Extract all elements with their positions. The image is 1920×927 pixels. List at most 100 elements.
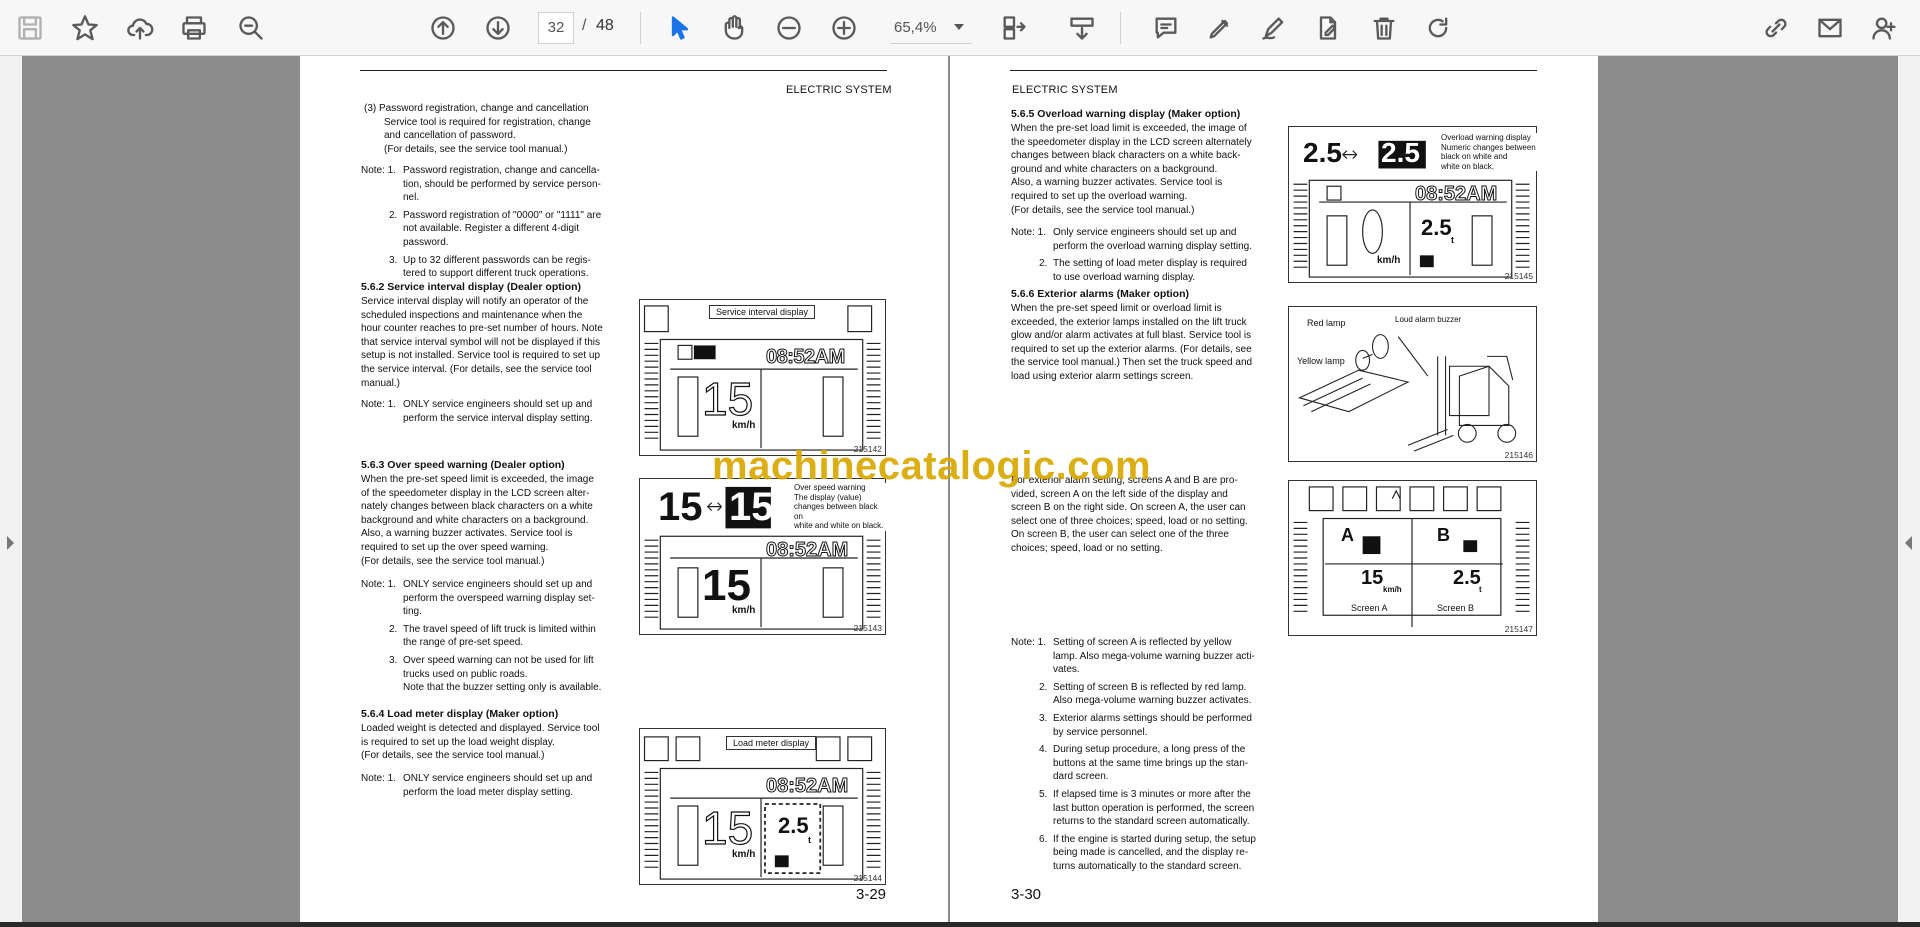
edit-link-icon[interactable] (1758, 10, 1794, 46)
page-number: 3-30 (1011, 886, 1042, 903)
select-cursor-icon[interactable] (662, 10, 698, 46)
screen-a-unit: km/h (1383, 585, 1402, 594)
note-block: Note: 1. ONLY service engineers should s… (361, 399, 593, 424)
screen-b-load: 2.5 (1453, 567, 1481, 589)
page-number-input[interactable]: 32 (538, 12, 574, 44)
screen-b-label: Screen B (1435, 603, 1477, 613)
edit-document-icon[interactable] (1310, 10, 1346, 46)
lcd-figure-screens: A B 15 km/h 2.5 t Screen A Screen B 2151… (1288, 480, 1537, 636)
lcd-time: 08:52AM (765, 539, 849, 562)
zoom-out-icon[interactable] (771, 10, 807, 46)
user-account-icon[interactable] (1866, 10, 1902, 46)
lcd-time: 08:52AM (765, 775, 849, 798)
section-heading: 5.6.6 Exterior alarms (Maker option) (1011, 288, 1189, 300)
lcd-load-unit: t (1451, 235, 1454, 245)
screen-a-speed: 15 (1361, 567, 1384, 589)
redo-icon[interactable] (1420, 10, 1456, 46)
bookmark-star-icon[interactable] (67, 10, 103, 46)
figure-callout-label: Overload warning display Numeric changes … (1441, 133, 1537, 171)
figure-code: 215143 (853, 623, 882, 633)
paragraph: When the pre-set speed limit or overload… (1011, 303, 1253, 382)
lcd-figure-load-meter: Load meter display 08:52AM 15 km/h 2.5 t… (639, 728, 886, 885)
lcd-time: 08:52AM (1414, 183, 1498, 206)
page-fit-icon[interactable] (996, 10, 1032, 46)
next-page-icon[interactable] (480, 10, 516, 46)
document-page-left: ELECTRIC SYSTEM (3) Password registratio… (300, 56, 948, 922)
figure-exterior-alarms: Red lamp Yellow lamp Loud alarm buzzer 2… (1288, 306, 1537, 462)
figure-callout-label: Load meter display (726, 736, 817, 750)
page-total: 48 (596, 17, 614, 34)
paragraph: Loaded weight is detected and displayed.… (361, 723, 600, 762)
lcd-time: 08:52AM (766, 346, 846, 369)
document-page-right: ELECTRIC SYSTEM 5.6.5 Overload warning d… (950, 56, 1598, 922)
zoom-search-icon[interactable] (233, 10, 269, 46)
figure-code: 215146 (1504, 450, 1533, 460)
chevron-down-icon[interactable] (954, 24, 964, 30)
hand-tool-icon[interactable] (716, 10, 752, 46)
print-icon[interactable] (176, 10, 212, 46)
scroll-mode-icon[interactable] (1064, 10, 1100, 46)
toolbar-divider (640, 12, 641, 44)
yellow-lamp-label: Yellow lamp (1297, 356, 1345, 366)
chevron-left-icon[interactable] (1905, 536, 1912, 550)
figure-code: 215147 (1504, 624, 1533, 634)
delete-trash-icon[interactable] (1366, 10, 1402, 46)
highlight-pen-icon[interactable] (1202, 10, 1238, 46)
lcd-speed-unit: km/h (732, 605, 756, 616)
red-lamp-label: Red lamp (1307, 318, 1346, 328)
paragraph: When the pre-set load limit is exceeded,… (1011, 123, 1252, 216)
figure-callout-label: Over speed warning The display (value) ch… (794, 483, 886, 531)
figure-callout-label: Service interval display (709, 305, 816, 319)
note-block: Note: 1. ONLY service engineers should s… (361, 773, 593, 798)
email-icon[interactable] (1812, 10, 1848, 46)
screen-a-label: Screen A (1349, 603, 1390, 613)
toolbar: 32 / 48 65,4% (0, 0, 1920, 56)
header-rule (1010, 70, 1537, 71)
paragraph: (3) Password registration, change and ca… (364, 103, 591, 155)
lcd-figure-service-interval: Service interval display 08:52AM 15 km/h… (639, 299, 886, 456)
section-heading: 5.6.4 Load meter display (Maker option) (361, 708, 559, 720)
lcd-figure-overload: 2.5 2.5 Overload warning display Numeric … (1288, 126, 1537, 283)
paragraph: Service interval display will notify an … (361, 296, 603, 389)
note-block: Note: 1. Password registration, change a… (361, 165, 602, 280)
lcd-speed-inverted: 15 (729, 485, 774, 529)
comment-icon[interactable] (1148, 10, 1184, 46)
buzzer-label: Loud alarm buzzer (1395, 315, 1462, 324)
lcd-figure-over-speed: 15 15 Over speed warning The display (val… (639, 478, 886, 635)
note-block: Note: 1. ONLY service engineers should s… (361, 579, 602, 694)
figure-code: 215145 (1504, 271, 1533, 281)
header-rule (360, 70, 887, 71)
section-heading: 5.6.5 Overload warning display (Maker op… (1011, 108, 1241, 120)
screen-b-letter: B (1437, 525, 1450, 545)
lcd-speed-unit: km/h (1377, 255, 1401, 266)
page-header: ELECTRIC SYSTEM (786, 84, 892, 96)
section-heading: 5.6.2 Service interval display (Dealer o… (361, 281, 582, 293)
zoom-in-icon[interactable] (826, 10, 862, 46)
left-sidebar-toggle[interactable] (0, 56, 22, 922)
lcd-speed-normal: 15 (658, 485, 703, 529)
lcd-speed: 15 (701, 372, 754, 425)
forklift-drawing (1297, 334, 1517, 452)
figure-code: 215144 (853, 873, 882, 883)
screen-a-letter: A (1341, 525, 1354, 545)
chevron-right-icon[interactable] (7, 536, 14, 550)
cloud-upload-icon[interactable] (122, 10, 158, 46)
previous-page-icon[interactable] (425, 10, 461, 46)
screen-b-unit: t (1479, 585, 1482, 594)
lcd-speed: 15 (701, 801, 754, 854)
lcd-speed-unit: km/h (732, 849, 756, 860)
lcd-load-normal: 2.5 (1303, 137, 1342, 168)
right-sidebar-toggle[interactable] (1898, 56, 1920, 922)
save-icon[interactable] (12, 10, 48, 46)
lcd-load: 2.5 (778, 813, 809, 838)
lcd-load-unit: t (808, 835, 811, 845)
watermark-text: machinecatalogic.com (712, 444, 1152, 488)
status-bar (0, 922, 1920, 927)
lcd-display-drawing (643, 305, 881, 451)
draw-pencil-icon[interactable] (1256, 10, 1292, 46)
page-number: 3-29 (856, 886, 887, 903)
lcd-display-drawing (643, 736, 881, 880)
section-heading: 5.6.3 Over speed warning (Dealer option) (361, 459, 565, 471)
note-block: Note: 1. Only service engineers should s… (1011, 227, 1252, 283)
lcd-speed: 15 (702, 561, 751, 610)
